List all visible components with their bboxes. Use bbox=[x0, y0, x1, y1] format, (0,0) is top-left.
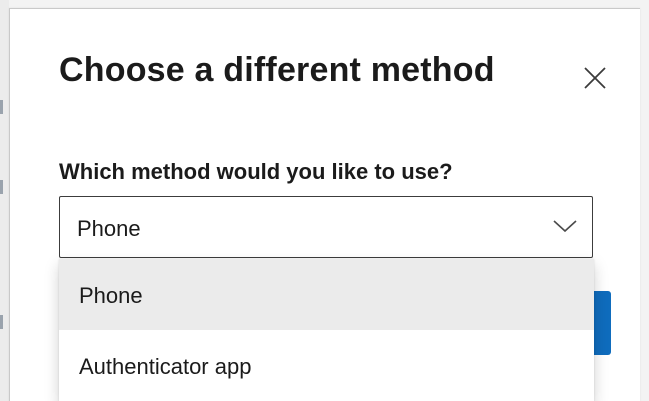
option-authenticator-app[interactable]: Authenticator app bbox=[59, 330, 594, 401]
option-label: Phone bbox=[79, 283, 143, 308]
choose-method-dialog: Choose a different method Which method w… bbox=[9, 8, 640, 401]
background-window-edge bbox=[0, 0, 9, 401]
background-edge-mark bbox=[0, 180, 3, 194]
option-label: Authenticator app bbox=[79, 354, 252, 379]
method-select[interactable]: Phone bbox=[59, 196, 593, 258]
method-prompt-label: Which method would you like to use? bbox=[59, 159, 453, 184]
dialog-title: Choose a different method bbox=[59, 51, 495, 89]
method-dropdown-list: Phone Authenticator app bbox=[59, 259, 594, 401]
background-edge-mark bbox=[0, 100, 3, 114]
chevron-down-icon bbox=[553, 220, 577, 233]
close-icon bbox=[584, 67, 606, 89]
method-select-value: Phone bbox=[77, 216, 141, 241]
close-button[interactable] bbox=[578, 61, 612, 95]
page: Choose a different method Which method w… bbox=[0, 0, 649, 401]
option-phone[interactable]: Phone bbox=[59, 259, 594, 330]
background-edge-mark bbox=[0, 315, 3, 329]
